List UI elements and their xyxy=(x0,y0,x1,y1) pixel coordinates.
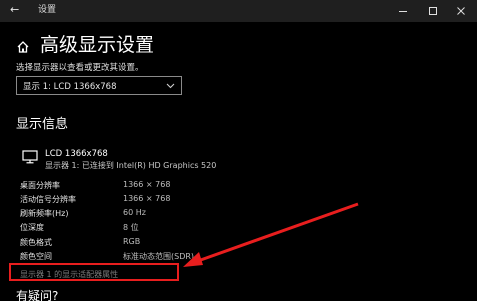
info-row-active-signal-resolution: 活动信号分辨率 1366 × 768 xyxy=(20,194,320,207)
title-bar: ← 设置 xyxy=(0,0,477,22)
monitor-icon xyxy=(22,150,38,164)
info-value: 1366 × 768 xyxy=(123,180,171,189)
chevron-down-icon xyxy=(166,83,175,89)
info-value: 60 Hz xyxy=(123,208,146,217)
info-label: 活动信号分辨率 xyxy=(20,195,76,204)
info-row-refresh-rate: 刷新频率(Hz) 60 Hz xyxy=(20,208,320,221)
help-heading: 有疑问? xyxy=(16,289,59,301)
info-value: 8 位 xyxy=(123,223,139,232)
info-label: 刷新频率(Hz) xyxy=(20,209,69,218)
info-label: 桌面分辨率 xyxy=(20,181,60,190)
info-value: RGB xyxy=(123,237,141,246)
info-label: 颜色空间 xyxy=(20,252,52,261)
info-label: 位深度 xyxy=(20,223,44,232)
maximize-button[interactable] xyxy=(419,0,447,22)
info-row-color-format: 颜色格式 RGB xyxy=(20,237,320,250)
settings-window: ← 设置 高级显示设置 选择显示器以查看或更改其设置。 显示 1: LCD 13… xyxy=(0,0,477,301)
info-value: 1366 × 768 xyxy=(123,194,171,203)
home-icon[interactable] xyxy=(16,40,30,54)
close-icon xyxy=(457,7,465,15)
info-label: 颜色格式 xyxy=(20,238,52,247)
page-title: 高级显示设置 xyxy=(40,34,155,56)
annotation-highlight-box xyxy=(9,263,179,281)
back-arrow-icon[interactable]: ← xyxy=(10,3,26,17)
info-value: 标准动态范围(SDR) xyxy=(123,252,195,261)
display-select-value: 显示 1: LCD 1366x768 xyxy=(23,82,117,92)
info-row-bit-depth: 位深度 8 位 xyxy=(20,222,320,235)
maximize-icon xyxy=(429,7,437,15)
close-button[interactable] xyxy=(447,0,475,22)
monitor-connection: 显示器 1: 已连接到 Intel(R) HD Graphics 520 xyxy=(45,161,217,170)
select-display-prompt: 选择显示器以查看或更改其设置。 xyxy=(16,63,144,73)
minimize-icon xyxy=(399,11,407,12)
info-row-desktop-resolution: 桌面分辨率 1366 × 768 xyxy=(20,180,320,193)
minimize-button[interactable] xyxy=(389,0,417,22)
monitor-name: LCD 1366x768 xyxy=(45,149,108,159)
display-select-dropdown[interactable]: 显示 1: LCD 1366x768 xyxy=(16,76,182,95)
app-title: 设置 xyxy=(38,5,57,15)
display-info-heading: 显示信息 xyxy=(16,117,69,132)
